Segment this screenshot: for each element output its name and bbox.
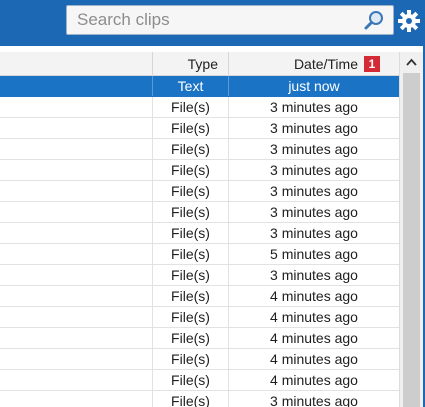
row-name-cell [0,97,152,117]
row-datetime-cell: 4 minutes ago [228,307,399,327]
row-type-cell: File(s) [152,244,228,264]
table-row[interactable]: File(s) 4 minutes ago [0,307,399,328]
row-type-cell: File(s) [152,286,228,306]
table-row[interactable]: File(s) 4 minutes ago [0,370,399,391]
row-type-cell: File(s) [152,307,228,327]
table-row[interactable]: File(s) 3 minutes ago [0,391,399,407]
row-name-cell [0,223,152,243]
row-type-cell: Text [152,76,228,96]
row-type-cell: File(s) [152,265,228,285]
row-name-cell [0,349,152,369]
table-row[interactable]: File(s) 3 minutes ago [0,223,399,244]
table-row[interactable]: File(s) 4 minutes ago [0,286,399,307]
row-name-cell [0,202,152,222]
clips-table: Type Date/Time 1 Text just now File(s) 3 mi… [0,52,425,407]
row-type-cell: File(s) [152,181,228,201]
table-row[interactable]: File(s) 3 minutes ago [0,118,399,139]
row-type-cell: File(s) [152,370,228,390]
row-datetime-cell: 4 minutes ago [228,349,399,369]
row-datetime-cell: 3 minutes ago [228,391,399,407]
row-name-cell [0,181,152,201]
row-type-cell: File(s) [152,328,228,348]
row-datetime-cell: 5 minutes ago [228,244,399,264]
table-row[interactable]: File(s) 5 minutes ago [0,244,399,265]
row-type-cell: File(s) [152,202,228,222]
table-row[interactable]: File(s) 4 minutes ago [0,349,399,370]
row-datetime-cell: 4 minutes ago [228,328,399,348]
row-datetime-cell: 4 minutes ago [228,370,399,390]
sort-order-badge: 1 [364,56,380,72]
search-input[interactable]: Search clips [66,5,394,35]
row-datetime-cell: just now [228,76,399,96]
row-datetime-cell: 3 minutes ago [228,139,399,159]
row-datetime-cell: 3 minutes ago [228,181,399,201]
search-placeholder: Search clips [77,10,170,29]
table-row[interactable]: File(s) 4 minutes ago [0,328,399,349]
row-datetime-cell: 3 minutes ago [228,202,399,222]
clips-list: Text just now File(s) 3 minutes ago File(s) 3… [0,76,399,407]
table-row[interactable]: File(s) 3 minutes ago [0,160,399,181]
scroll-up-button[interactable] [400,52,423,72]
gear-icon[interactable] [397,9,421,33]
top-toolbar: Search clips [0,0,425,46]
row-type-cell: File(s) [152,139,228,159]
row-datetime-cell: 3 minutes ago [228,118,399,138]
row-type-cell: File(s) [152,391,228,407]
row-type-cell: File(s) [152,349,228,369]
row-name-cell [0,118,152,138]
column-header-type[interactable]: Type [152,52,228,76]
column-header-datetime-label: Date/Time [293,56,358,72]
row-name-cell [0,286,152,306]
table-row[interactable]: File(s) 3 minutes ago [0,202,399,223]
table-header: Type Date/Time 1 [0,52,399,76]
row-name-cell [0,76,152,96]
column-header-name[interactable] [0,52,152,76]
row-name-cell [0,160,152,180]
row-type-cell: File(s) [152,97,228,117]
row-name-cell [0,244,152,264]
row-type-cell: File(s) [152,118,228,138]
row-name-cell [0,265,152,285]
scrollbar-thumb[interactable] [403,73,420,407]
vertical-scrollbar[interactable] [399,52,423,407]
magnifier-icon[interactable] [363,9,385,31]
row-datetime-cell: 3 minutes ago [228,97,399,117]
row-name-cell [0,370,152,390]
chevron-up-icon [406,58,417,66]
row-type-cell: File(s) [152,223,228,243]
row-name-cell [0,139,152,159]
table-row[interactable]: File(s) 3 minutes ago [0,265,399,286]
row-datetime-cell: 3 minutes ago [228,160,399,180]
row-type-cell: File(s) [152,160,228,180]
table-row[interactable]: File(s) 3 minutes ago [0,97,399,118]
row-datetime-cell: 3 minutes ago [228,223,399,243]
table-row[interactable]: Text just now [0,76,399,97]
row-datetime-cell: 4 minutes ago [228,286,399,306]
table-row[interactable]: File(s) 3 minutes ago [0,181,399,202]
row-name-cell [0,391,152,407]
row-name-cell [0,328,152,348]
table-row[interactable]: File(s) 3 minutes ago [0,139,399,160]
column-header-datetime[interactable]: Date/Time 1 [228,52,399,76]
row-datetime-cell: 3 minutes ago [228,265,399,285]
row-name-cell [0,307,152,327]
